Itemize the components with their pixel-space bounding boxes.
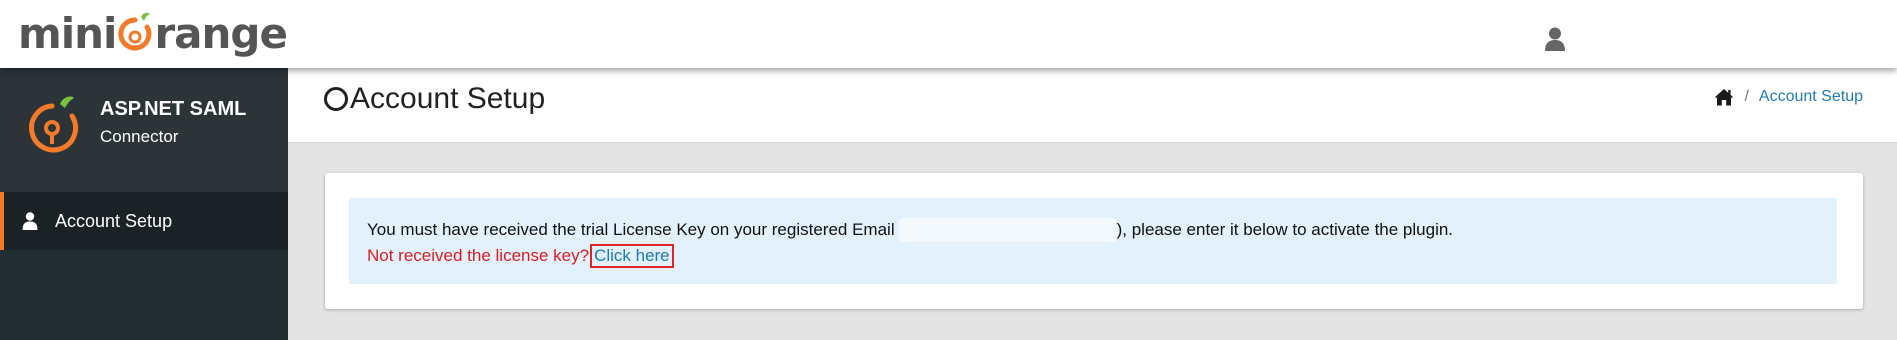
content-header: Account Setup / Account Setup: [288, 68, 1897, 143]
home-icon[interactable]: [1714, 88, 1734, 106]
redacted-email: [898, 218, 1117, 242]
info-alert: You must have received the trial License…: [349, 198, 1837, 284]
orange-logo-icon: [118, 12, 152, 51]
breadcrumb-current[interactable]: Account Setup: [1759, 88, 1863, 106]
logo-text-range: range: [154, 8, 288, 58]
breadcrumb: / Account Setup: [1714, 88, 1863, 106]
miniorange-brand-icon: [29, 96, 78, 153]
alert-message-end: ), please enter it below to activate the…: [1116, 220, 1454, 239]
page-title: Account Setup: [324, 82, 545, 116]
brand-title: ASP.NET SAML: [100, 98, 247, 120]
sidebar-brand: ASP.NET SAML Connector: [0, 68, 288, 192]
user-icon: [22, 212, 38, 230]
license-not-received-text: Not received the license key?: [367, 246, 590, 265]
account-setup-card: You must have received the trial License…: [325, 173, 1863, 309]
sidebar-item-account-setup[interactable]: Account Setup: [0, 192, 288, 250]
user-icon[interactable]: [1544, 27, 1566, 51]
license-help: Not received the license key? Click here: [367, 244, 674, 268]
top-header: mini range: [0, 0, 1897, 68]
brand-subtitle: Connector: [100, 127, 179, 146]
sidebar: ASP.NET SAML Connector Account Setup: [0, 68, 288, 340]
click-here-link[interactable]: Click here: [590, 244, 674, 268]
alert-message-start: You must have received the trial License…: [367, 220, 895, 239]
circle-icon: [324, 87, 348, 111]
page-title-text: Account Setup: [350, 82, 546, 115]
sidebar-item-label: Account Setup: [55, 210, 173, 231]
logo-text-mini: mini: [18, 8, 117, 58]
miniorange-logo[interactable]: mini range: [18, 8, 288, 58]
alert-message: You must have received the trial License…: [367, 218, 1453, 242]
breadcrumb-separator: /: [1744, 88, 1749, 105]
